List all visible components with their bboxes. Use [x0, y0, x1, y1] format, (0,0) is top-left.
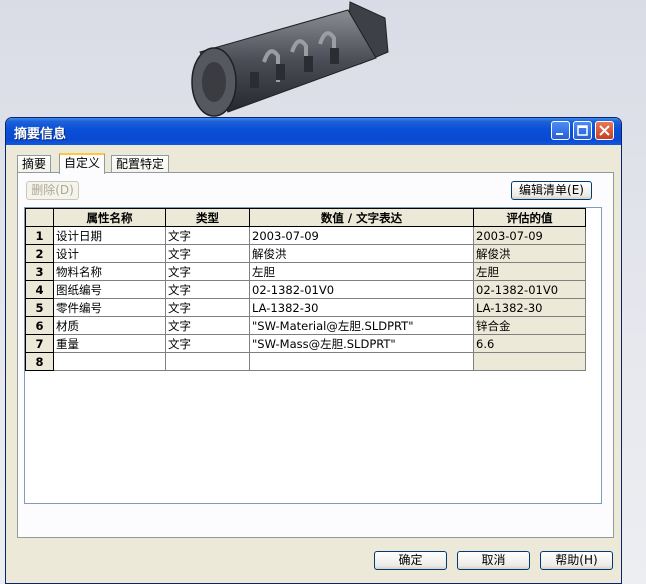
- property-type-cell[interactable]: 文字: [165, 280, 250, 299]
- table-row[interactable]: 7 重量 文字 "SW-Mass@左胆.SLDPRT" 6.6: [25, 334, 586, 353]
- table-row[interactable]: 5 零件编号 文字 LA-1382-30 LA-1382-30: [25, 298, 586, 317]
- table-row[interactable]: 3 物料名称 文字 左胆 左胆: [25, 262, 586, 281]
- summary-info-dialog: 摘要信息 摘要 自定义 配置特定 删除(D) 编辑清单(E) 属性名称 类型 数…: [5, 117, 622, 584]
- row-number-cell: 5: [25, 298, 54, 317]
- maximize-icon: [577, 125, 588, 136]
- evaluated-value-cell: 02-1382-01V0: [473, 280, 586, 299]
- property-name-cell[interactable]: [53, 352, 166, 371]
- close-button[interactable]: [595, 121, 614, 140]
- property-type-cell[interactable]: [165, 352, 250, 371]
- cancel-button[interactable]: 取消: [457, 551, 530, 570]
- column-header-evaluated-value[interactable]: 评估的值: [473, 208, 586, 227]
- value-expression-cell[interactable]: [249, 352, 474, 371]
- property-name-cell[interactable]: 设计: [53, 244, 166, 263]
- value-expression-cell[interactable]: "SW-Mass@左胆.SLDPRT": [249, 334, 474, 353]
- row-number-cell: 3: [25, 262, 54, 281]
- properties-table: 属性名称 类型 数值 / 文字表达 评估的值 1 设计日期 文字 2003-07-09…: [25, 208, 586, 371]
- value-expression-cell[interactable]: LA-1382-30: [249, 298, 474, 317]
- property-name-cell[interactable]: 物料名称: [53, 262, 166, 281]
- maximize-button[interactable]: [573, 121, 592, 140]
- table-row[interactable]: 1 设计日期 文字 2003-07-09 2003-07-09: [25, 226, 586, 245]
- corner-cell: [25, 208, 54, 227]
- table-row[interactable]: 6 材质 文字 "SW-Material@左胆.SLDPRT" 锌合金: [25, 316, 586, 335]
- column-header-name[interactable]: 属性名称: [53, 208, 166, 227]
- evaluated-value-cell: 左胆: [473, 262, 586, 281]
- row-number-cell: 1: [25, 226, 54, 245]
- evaluated-value-cell: 6.6: [473, 334, 586, 353]
- property-type-cell[interactable]: 文字: [165, 226, 250, 245]
- tab-config-specific[interactable]: 配置特定: [111, 155, 170, 172]
- property-name-cell[interactable]: 重量: [53, 334, 166, 353]
- value-expression-cell[interactable]: 左胆: [249, 262, 474, 281]
- evaluated-value-cell: LA-1382-30: [473, 298, 586, 317]
- column-header-type[interactable]: 类型: [165, 208, 250, 227]
- value-expression-cell[interactable]: "SW-Material@左胆.SLDPRT": [249, 316, 474, 335]
- evaluated-value-cell: 解俊洪: [473, 244, 586, 263]
- lock-cylinder-model[interactable]: [180, 0, 400, 125]
- tab-custom[interactable]: 自定义: [59, 153, 106, 174]
- delete-button[interactable]: 删除(D): [26, 181, 79, 200]
- edit-list-button[interactable]: 编辑清单(E): [511, 181, 592, 200]
- ok-button[interactable]: 确定: [374, 551, 447, 570]
- dialog-title: 摘要信息: [14, 127, 67, 142]
- minimize-button[interactable]: [551, 121, 570, 140]
- property-name-cell[interactable]: 材质: [53, 316, 166, 335]
- property-type-cell[interactable]: 文字: [165, 316, 250, 335]
- evaluated-value-cell: 2003-07-09: [473, 226, 586, 245]
- tab-summary[interactable]: 摘要: [17, 155, 52, 172]
- properties-grid[interactable]: 属性名称 类型 数值 / 文字表达 评估的值 1 设计日期 文字 2003-07-09…: [24, 207, 602, 504]
- row-number-cell: 8: [25, 352, 54, 371]
- row-number-cell: 7: [25, 334, 54, 353]
- row-number-cell: 6: [25, 316, 54, 335]
- property-name-cell[interactable]: 图纸编号: [53, 280, 166, 299]
- property-type-cell[interactable]: 文字: [165, 298, 250, 317]
- property-type-cell[interactable]: 文字: [165, 262, 250, 281]
- close-icon: [599, 125, 610, 136]
- property-name-cell[interactable]: 零件编号: [53, 298, 166, 317]
- dialog-titlebar[interactable]: 摘要信息: [6, 118, 621, 145]
- table-body: 1 设计日期 文字 2003-07-09 2003-07-09 2 设计 文字 解俊洪 解俊洪 3 物…: [25, 226, 586, 371]
- evaluated-value-cell: 锌合金: [473, 316, 586, 335]
- evaluated-value-cell: [473, 352, 586, 371]
- property-name-cell[interactable]: 设计日期: [53, 226, 166, 245]
- value-expression-cell[interactable]: 2003-07-09: [249, 226, 474, 245]
- value-expression-cell[interactable]: 解俊洪: [249, 244, 474, 263]
- row-number-cell: 2: [25, 244, 54, 263]
- table-row[interactable]: 4 图纸编号 文字 02-1382-01V0 02-1382-01V0: [25, 280, 586, 299]
- help-button[interactable]: 帮助(H): [540, 551, 613, 570]
- column-header-expression[interactable]: 数值 / 文字表达: [249, 208, 474, 227]
- table-row[interactable]: 8: [25, 352, 586, 371]
- table-header-row: 属性名称 类型 数值 / 文字表达 评估的值: [25, 208, 586, 227]
- property-type-cell[interactable]: 文字: [165, 244, 250, 263]
- value-expression-cell[interactable]: 02-1382-01V0: [249, 280, 474, 299]
- minimize-icon: [556, 133, 563, 135]
- property-type-cell[interactable]: 文字: [165, 334, 250, 353]
- table-row[interactable]: 2 设计 文字 解俊洪 解俊洪: [25, 244, 586, 263]
- row-number-cell: 4: [25, 280, 54, 299]
